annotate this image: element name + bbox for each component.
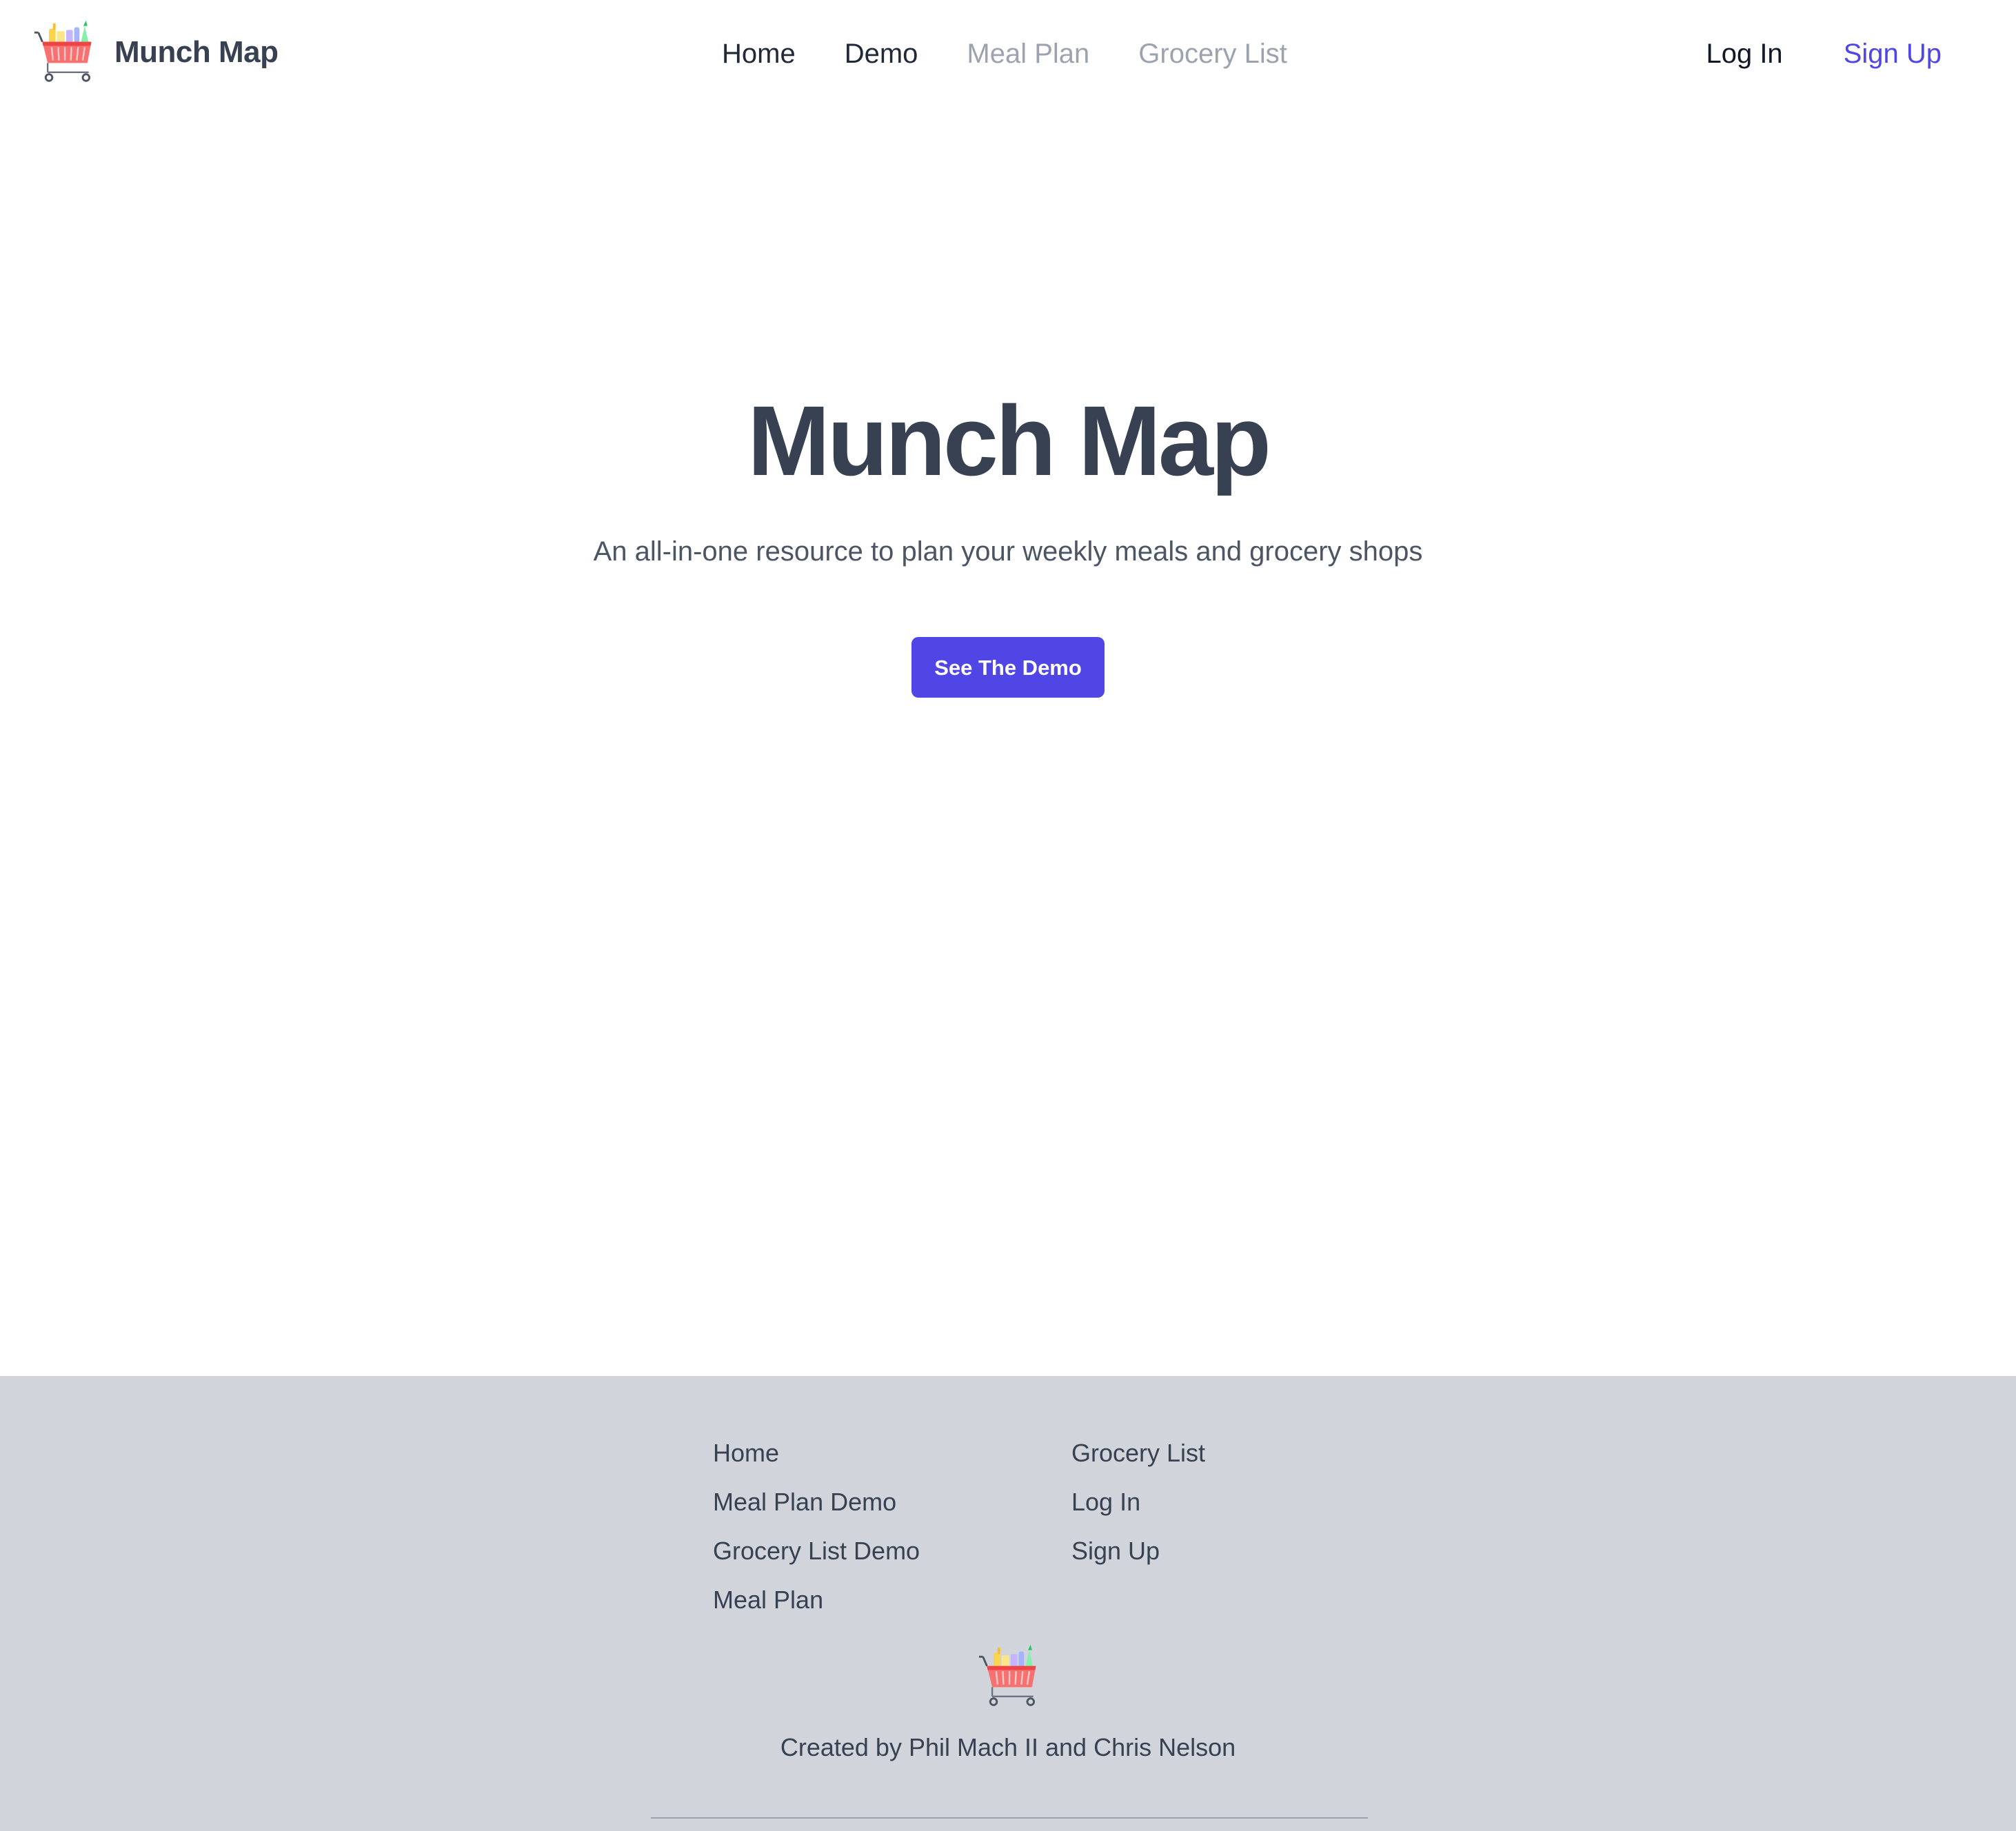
see-demo-button[interactable]: See The Demo	[911, 637, 1105, 698]
brand-home-link[interactable]: Munch Map	[33, 19, 279, 85]
footer-signup-link[interactable]: Sign Up	[1071, 1526, 1292, 1575]
signup-link[interactable]: Sign Up	[1844, 34, 1942, 73]
brand-name: Munch Map	[114, 35, 279, 69]
shopping-cart-icon	[978, 1644, 1036, 1706]
nav-grocery-list-link[interactable]: Grocery List	[1138, 34, 1287, 73]
site-footer: Home Meal Plan Demo Grocery List Demo Me…	[0, 1376, 2016, 1831]
hero-subtitle: An all-in-one resource to plan your week…	[593, 536, 1423, 567]
footer-credit: Created by Phil Mach II and Chris Nelson	[780, 1733, 1236, 1761]
hero-section: Munch Map An all-in-one resource to plan…	[0, 386, 2016, 698]
footer-divider	[651, 1817, 1368, 1819]
main-nav: Home Demo Meal Plan Grocery List	[722, 34, 1287, 73]
footer-links-column-1: Home Meal Plan Demo Grocery List Demo Me…	[713, 1428, 1071, 1624]
footer-meal-plan-link[interactable]: Meal Plan	[713, 1575, 1071, 1624]
footer-links-column-2: Grocery List Log In Sign Up	[1071, 1428, 1292, 1624]
footer-login-link[interactable]: Log In	[1071, 1477, 1292, 1526]
shopping-cart-icon	[34, 20, 92, 82]
footer-links: Home Meal Plan Demo Grocery List Demo Me…	[713, 1428, 1292, 1624]
nav-meal-plan-link[interactable]: Meal Plan	[967, 34, 1089, 73]
nav-demo-link[interactable]: Demo	[845, 34, 918, 73]
footer-home-link[interactable]: Home	[713, 1428, 1071, 1477]
footer-meal-plan-demo-link[interactable]: Meal Plan Demo	[713, 1477, 1071, 1526]
footer-grocery-list-demo-link[interactable]: Grocery List Demo	[713, 1526, 1071, 1575]
auth-nav: Log In Sign Up	[1706, 34, 1942, 73]
footer-grocery-list-link[interactable]: Grocery List	[1071, 1428, 1292, 1477]
hero-title: Munch Map	[747, 385, 1271, 496]
site-header: Munch Map Home Demo Meal Plan Grocery Li…	[0, 0, 2016, 107]
login-link[interactable]: Log In	[1706, 34, 1782, 73]
nav-home-link[interactable]: Home	[722, 34, 796, 73]
